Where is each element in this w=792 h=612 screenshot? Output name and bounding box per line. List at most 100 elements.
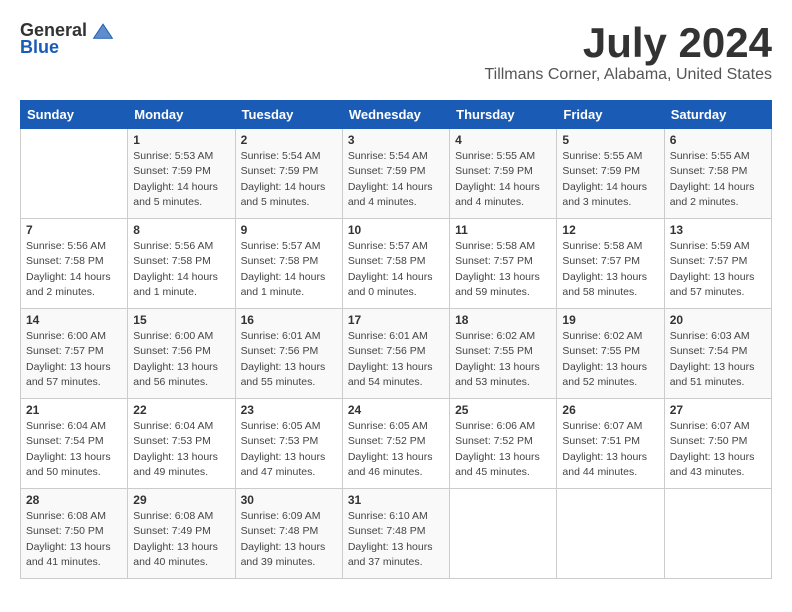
day-info: Sunrise: 6:02 AM Sunset: 7:55 PM Dayligh… xyxy=(455,329,551,390)
day-number: 20 xyxy=(670,313,766,327)
day-number: 1 xyxy=(133,133,229,147)
day-info: Sunrise: 6:08 AM Sunset: 7:50 PM Dayligh… xyxy=(26,509,122,570)
day-number: 5 xyxy=(562,133,658,147)
day-number: 21 xyxy=(26,403,122,417)
calendar-day-cell: 17 Sunrise: 6:01 AM Sunset: 7:56 PM Dayli… xyxy=(342,309,449,399)
calendar-header-cell: Wednesday xyxy=(342,101,449,129)
calendar-day-cell: 26 Sunrise: 6:07 AM Sunset: 7:51 PM Dayli… xyxy=(557,399,664,489)
calendar-day-cell xyxy=(450,489,557,579)
day-info: Sunrise: 6:05 AM Sunset: 7:52 PM Dayligh… xyxy=(348,419,444,480)
calendar-day-cell: 19 Sunrise: 6:02 AM Sunset: 7:55 PM Dayli… xyxy=(557,309,664,399)
day-number: 18 xyxy=(455,313,551,327)
page-header: General Blue July 2024 Tillmans Corner, … xyxy=(20,20,772,84)
calendar-day-cell: 23 Sunrise: 6:05 AM Sunset: 7:53 PM Dayli… xyxy=(235,399,342,489)
day-number: 23 xyxy=(241,403,337,417)
day-number: 28 xyxy=(26,493,122,507)
calendar-header-cell: Friday xyxy=(557,101,664,129)
day-number: 10 xyxy=(348,223,444,237)
day-info: Sunrise: 5:55 AM Sunset: 7:59 PM Dayligh… xyxy=(455,149,551,210)
day-number: 29 xyxy=(133,493,229,507)
calendar-day-cell: 31 Sunrise: 6:10 AM Sunset: 7:48 PM Dayli… xyxy=(342,489,449,579)
day-info: Sunrise: 5:55 AM Sunset: 7:58 PM Dayligh… xyxy=(670,149,766,210)
calendar-day-cell: 5 Sunrise: 5:55 AM Sunset: 7:59 PM Daylig… xyxy=(557,129,664,219)
day-number: 24 xyxy=(348,403,444,417)
calendar-header-cell: Thursday xyxy=(450,101,557,129)
day-info: Sunrise: 6:02 AM Sunset: 7:55 PM Dayligh… xyxy=(562,329,658,390)
day-number: 26 xyxy=(562,403,658,417)
calendar-header: SundayMondayTuesdayWednesdayThursdayFrid… xyxy=(21,101,772,129)
calendar-day-cell: 22 Sunrise: 6:04 AM Sunset: 7:53 PM Dayli… xyxy=(128,399,235,489)
calendar-day-cell: 28 Sunrise: 6:08 AM Sunset: 7:50 PM Dayli… xyxy=(21,489,128,579)
calendar-day-cell: 14Sunrise: 6:00 AM Sunset: 7:57 PM Dayli… xyxy=(21,309,128,399)
day-info: Sunrise: 5:57 AM Sunset: 7:58 PM Dayligh… xyxy=(348,239,444,300)
day-number: 14 xyxy=(26,313,122,327)
calendar-day-cell: 2 Sunrise: 5:54 AM Sunset: 7:59 PM Daylig… xyxy=(235,129,342,219)
day-number: 15 xyxy=(133,313,229,327)
calendar-header-cell: Saturday xyxy=(664,101,771,129)
calendar-day-cell: 7 Sunrise: 5:56 AM Sunset: 7:58 PM Daylig… xyxy=(21,219,128,309)
day-number: 9 xyxy=(241,223,337,237)
day-info: Sunrise: 6:07 AM Sunset: 7:50 PM Dayligh… xyxy=(670,419,766,480)
day-info: Sunrise: 6:01 AM Sunset: 7:56 PM Dayligh… xyxy=(241,329,337,390)
calendar-day-cell: 27 Sunrise: 6:07 AM Sunset: 7:50 PM Dayli… xyxy=(664,399,771,489)
day-number: 2 xyxy=(241,133,337,147)
day-number: 16 xyxy=(241,313,337,327)
calendar-day-cell: 6 Sunrise: 5:55 AM Sunset: 7:58 PM Daylig… xyxy=(664,129,771,219)
calendar-day-cell: 8Sunrise: 5:56 AM Sunset: 7:58 PM Daylig… xyxy=(128,219,235,309)
day-info: Sunrise: 6:10 AM Sunset: 7:48 PM Dayligh… xyxy=(348,509,444,570)
calendar-week-row: 28 Sunrise: 6:08 AM Sunset: 7:50 PM Dayli… xyxy=(21,489,772,579)
calendar-day-cell xyxy=(557,489,664,579)
day-number: 17 xyxy=(348,313,444,327)
day-info: Sunrise: 5:56 AM Sunset: 7:58 PM Dayligh… xyxy=(26,239,122,300)
calendar-header-cell: Tuesday xyxy=(235,101,342,129)
day-info: Sunrise: 5:58 AM Sunset: 7:57 PM Dayligh… xyxy=(455,239,551,300)
day-info: Sunrise: 5:56 AM Sunset: 7:58 PM Dayligh… xyxy=(133,239,229,300)
day-number: 6 xyxy=(670,133,766,147)
day-info: Sunrise: 6:04 AM Sunset: 7:54 PM Dayligh… xyxy=(26,419,122,480)
calendar-week-row: 14Sunrise: 6:00 AM Sunset: 7:57 PM Dayli… xyxy=(21,309,772,399)
day-info: Sunrise: 6:00 AM Sunset: 7:56 PM Dayligh… xyxy=(133,329,229,390)
day-info: Sunrise: 6:01 AM Sunset: 7:56 PM Dayligh… xyxy=(348,329,444,390)
calendar-day-cell: 1 Sunrise: 5:53 AM Sunset: 7:59 PM Daylig… xyxy=(128,129,235,219)
calendar-header-cell: Monday xyxy=(128,101,235,129)
calendar-day-cell: 20Sunrise: 6:03 AM Sunset: 7:54 PM Dayli… xyxy=(664,309,771,399)
calendar-day-cell: 25 Sunrise: 6:06 AM Sunset: 7:52 PM Dayli… xyxy=(450,399,557,489)
calendar-day-cell: 29Sunrise: 6:08 AM Sunset: 7:49 PM Dayli… xyxy=(128,489,235,579)
day-number: 22 xyxy=(133,403,229,417)
day-info: Sunrise: 5:55 AM Sunset: 7:59 PM Dayligh… xyxy=(562,149,658,210)
day-info: Sunrise: 5:58 AM Sunset: 7:57 PM Dayligh… xyxy=(562,239,658,300)
day-info: Sunrise: 5:54 AM Sunset: 7:59 PM Dayligh… xyxy=(348,149,444,210)
day-number: 31 xyxy=(348,493,444,507)
calendar-day-cell: 16 Sunrise: 6:01 AM Sunset: 7:56 PM Dayli… xyxy=(235,309,342,399)
day-info: Sunrise: 6:04 AM Sunset: 7:53 PM Dayligh… xyxy=(133,419,229,480)
day-info: Sunrise: 5:54 AM Sunset: 7:59 PM Dayligh… xyxy=(241,149,337,210)
calendar-day-cell: 9Sunrise: 5:57 AM Sunset: 7:58 PM Daylig… xyxy=(235,219,342,309)
calendar-table: SundayMondayTuesdayWednesdayThursdayFrid… xyxy=(20,100,772,579)
logo-icon xyxy=(91,21,115,41)
logo-blue: Blue xyxy=(20,37,59,58)
day-number: 25 xyxy=(455,403,551,417)
day-number: 12 xyxy=(562,223,658,237)
day-info: Sunrise: 6:07 AM Sunset: 7:51 PM Dayligh… xyxy=(562,419,658,480)
calendar-day-cell: 15 Sunrise: 6:00 AM Sunset: 7:56 PM Dayli… xyxy=(128,309,235,399)
day-number: 19 xyxy=(562,313,658,327)
day-info: Sunrise: 6:09 AM Sunset: 7:48 PM Dayligh… xyxy=(241,509,337,570)
location-title: Tillmans Corner, Alabama, United States xyxy=(484,66,772,84)
calendar-day-cell xyxy=(664,489,771,579)
title-block: July 2024 Tillmans Corner, Alabama, Unit… xyxy=(484,20,772,84)
calendar-day-cell: 3Sunrise: 5:54 AM Sunset: 7:59 PM Daylig… xyxy=(342,129,449,219)
calendar-day-cell xyxy=(21,129,128,219)
calendar-day-cell: 12 Sunrise: 5:58 AM Sunset: 7:57 PM Dayli… xyxy=(557,219,664,309)
calendar-day-cell: 11 Sunrise: 5:58 AM Sunset: 7:57 PM Dayli… xyxy=(450,219,557,309)
calendar-header-cell: Sunday xyxy=(21,101,128,129)
day-info: Sunrise: 5:53 AM Sunset: 7:59 PM Dayligh… xyxy=(133,149,229,210)
day-info: Sunrise: 6:06 AM Sunset: 7:52 PM Dayligh… xyxy=(455,419,551,480)
day-number: 7 xyxy=(26,223,122,237)
day-number: 11 xyxy=(455,223,551,237)
calendar-day-cell: 4Sunrise: 5:55 AM Sunset: 7:59 PM Daylig… xyxy=(450,129,557,219)
calendar-week-row: 1 Sunrise: 5:53 AM Sunset: 7:59 PM Daylig… xyxy=(21,129,772,219)
calendar-day-cell: 18 Sunrise: 6:02 AM Sunset: 7:55 PM Dayli… xyxy=(450,309,557,399)
day-number: 27 xyxy=(670,403,766,417)
day-info: Sunrise: 6:05 AM Sunset: 7:53 PM Dayligh… xyxy=(241,419,337,480)
day-number: 13 xyxy=(670,223,766,237)
